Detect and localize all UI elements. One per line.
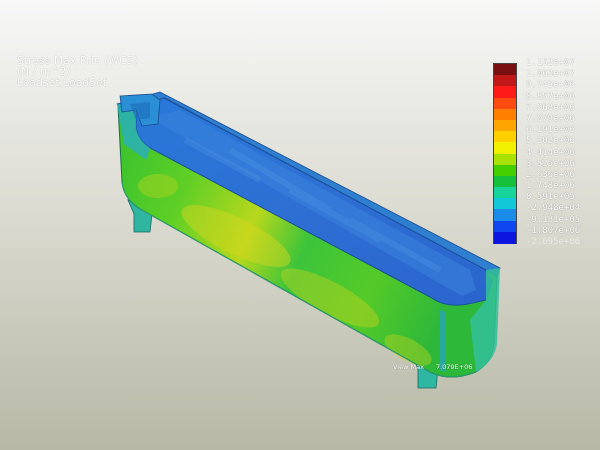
legend-swatch <box>494 75 516 87</box>
legend-swatch <box>494 187 516 199</box>
legend-swatch <box>494 220 516 233</box>
legend-swatch <box>494 86 516 99</box>
legend-tick-label: 9.745e+06 <box>526 80 575 91</box>
legend-tick-label: 2.636e+06 <box>526 169 575 180</box>
legend-tick-label: 8.857e+06 <box>526 91 575 102</box>
legend-swatch <box>494 108 516 121</box>
stress-hotspot <box>138 174 178 198</box>
legend-tick-label: 3.525e+06 <box>526 158 575 169</box>
view-max-readout: View Max 7.079E+06 <box>393 363 484 371</box>
legend-tick-label: -1.807e+06 <box>526 225 581 236</box>
legend-swatch <box>494 209 516 222</box>
legend-swatch <box>494 142 516 154</box>
result-loadset-label: Loadset:LoadSet <box>17 77 108 89</box>
legend-tick-label: 1.748e+06 <box>526 181 575 192</box>
legend-tick-label: 1.063e+07 <box>526 69 575 80</box>
legend-swatch <box>494 64 516 76</box>
legend-tick-label: 7.079e+06 <box>526 113 575 124</box>
result-header: Stress Max Prin (WCS) (N / m^2) Loadset:… <box>17 56 138 89</box>
legend-tick-label: -2.948e+04 <box>526 203 581 214</box>
legend-swatch <box>494 175 516 188</box>
legend-tick-label: 1.152e+07 <box>526 58 575 68</box>
legend-swatch <box>494 153 516 166</box>
stress-color-legend: 1.152e+07 1.063e+07 9.745e+06 8.857e+06 7.96… <box>493 58 593 248</box>
legend-tick-label: -2.695e+06 <box>526 237 581 247</box>
legend-swatch <box>494 97 516 110</box>
legend-swatch <box>494 231 516 244</box>
legend-swatch <box>494 131 516 143</box>
legend-tick-label: -9.181e+05 <box>526 214 581 225</box>
legend-tick-label: 5.302e+06 <box>526 136 575 147</box>
legend-color-bar <box>493 63 517 244</box>
legend-swatch <box>494 164 516 177</box>
legend-swatch <box>494 198 516 210</box>
legend-tick-label: 7.968e+06 <box>526 102 575 113</box>
legend-swatch <box>494 119 516 132</box>
model-viewport[interactable]: Stress Max Prin (WCS) (N / m^2) Loadset:… <box>0 0 600 450</box>
legend-tick-label: 6.191e+06 <box>526 125 575 136</box>
view-max-value: 7.079E+06 <box>435 363 473 371</box>
view-max-label: View Max <box>393 363 424 371</box>
legend-tick-label: 8.591e+05 <box>526 192 575 203</box>
legend-tick-label: 4.414e+06 <box>526 147 575 158</box>
